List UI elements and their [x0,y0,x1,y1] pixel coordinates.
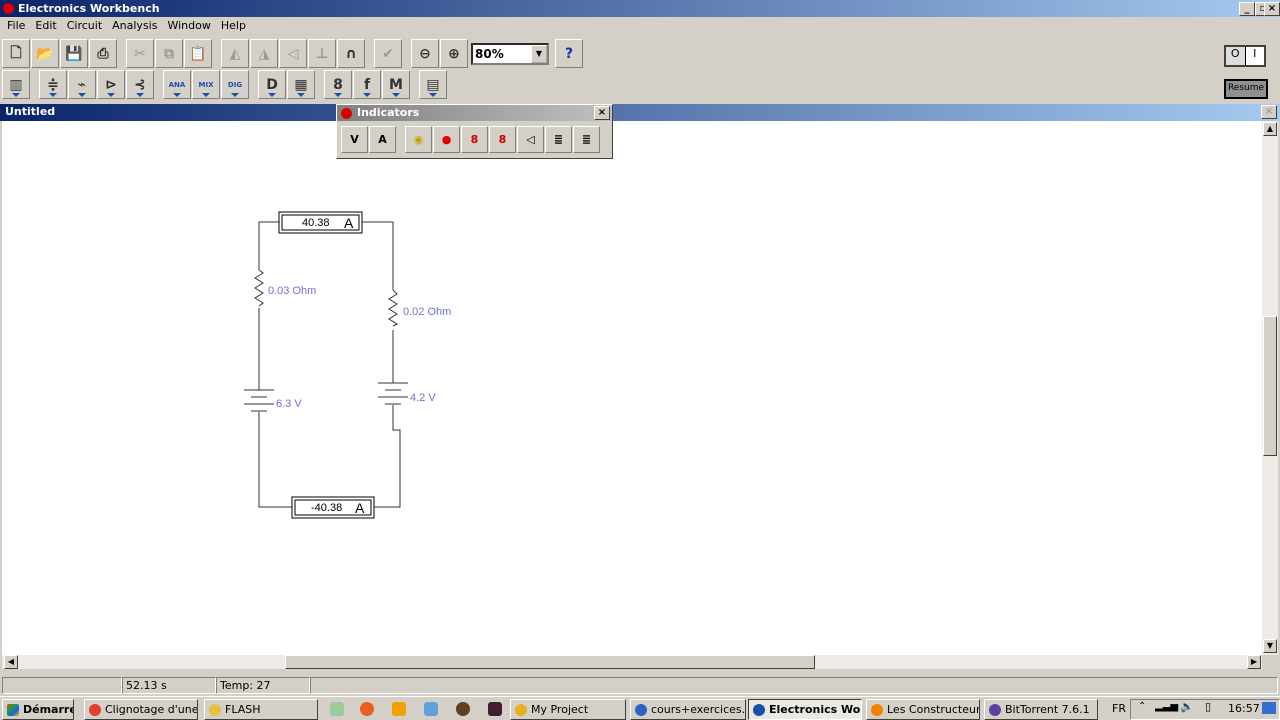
ammeter-icon: A [378,133,387,146]
resistor-right [388,289,399,327]
seven-segment-display-icon: 8 [470,133,479,146]
buzzer-button[interactable]: ◁ [517,126,544,153]
buzzer-icon: ◁ [526,133,535,146]
show-desktop-icon[interactable] [330,702,344,716]
tray-expand-icon[interactable]: ⌃ [1138,701,1146,712]
bargraph-button[interactable]: ≣ [545,126,572,153]
task-label: cours+exercices.... [651,703,746,716]
clock[interactable]: 16:57 [1228,702,1260,715]
red-probe-icon: ● [441,133,452,146]
task-app-icon [635,704,647,716]
task-label: Les Constructeur... [887,703,980,716]
battery-left [244,389,274,412]
desktop-icon[interactable] [1262,702,1276,714]
horizontal-scroll-thumb[interactable] [285,655,815,669]
scroll-down-button[interactable]: ▼ [1263,639,1277,653]
battery-icon[interactable]: ▯ [1205,700,1211,713]
decoded-bargraph-icon: ≣ [581,133,592,146]
indicators-title: Indicators [357,106,420,119]
bulb-icon: ◉ [413,133,424,146]
task-app-icon [209,704,221,716]
indicators-title-bar[interactable]: Indicators × [337,105,612,121]
taskbar-button[interactable]: BitTorrent 7.6.1 [984,699,1098,720]
media-player-icon[interactable] [392,702,406,716]
ammeter-button[interactable]: A [369,126,396,153]
vertical-scrollbar[interactable]: ▲ ▼ [1262,121,1278,655]
red-probe-button[interactable]: ● [433,126,460,153]
windows-logo-icon [7,704,19,716]
decoded-bargraph-button[interactable]: ≣ [573,126,600,153]
temperature: Temp: 27 [216,677,310,694]
task-app-icon [871,704,883,716]
battery-left-label: 6.3 V [276,398,302,410]
taskbar-button[interactable]: Clignotage d'une ... [84,699,198,720]
ammeter-top-value: 40.38 [302,217,330,229]
indicators-icon [341,108,352,119]
circuit-schematic: 40.38 A -40.38 A 0.03 Ohm 0.02 Ohm 6.3 V… [244,211,451,519]
task-app-icon [989,704,1001,716]
bulb-button[interactable]: ◉ [405,126,432,153]
bargraph-icon: ≣ [553,133,564,146]
resistor-left-label: 0.03 Ohm [268,285,316,297]
taskbar-button[interactable]: Les Constructeur... [866,699,980,720]
wow-icon[interactable] [456,702,470,716]
voltmeter-icon: V [350,133,359,146]
seven-segment-display-button[interactable]: 8 [461,126,488,153]
ammeter-bottom-value: -40.38 [311,502,342,514]
battery-right-label: 4.2 V [410,392,436,404]
start-button[interactable]: Démarrer [2,699,74,720]
ammeter-top-unit: A [344,215,354,231]
indicators-close-button[interactable]: × [594,106,610,120]
decoded-seven-segment-icon: 8 [498,133,507,146]
scroll-left-button[interactable]: ◀ [4,655,18,669]
task-app-icon [753,704,765,716]
status-pane-empty [2,677,122,694]
taskbar-button[interactable]: cours+exercices.... [630,699,746,720]
simulation-time: 52.13 s [122,677,216,694]
wire [362,221,401,508]
messenger-icon[interactable] [424,702,438,716]
firefox-icon[interactable] [360,702,374,716]
app-shortcut-icon[interactable] [488,702,502,716]
horizontal-scrollbar[interactable]: ◀ ▶ [2,655,1262,669]
scroll-up-button[interactable]: ▲ [1263,122,1277,136]
ammeter-bottom-unit: A [355,500,365,516]
network-signal-icon[interactable]: ▂▃▅ [1155,701,1178,712]
ammeter-bottom[interactable]: -40.38 A [291,496,375,519]
taskbar: Démarrer Clignotage d'une ... FLASH My Pro… [0,696,1280,720]
taskbar-button[interactable]: My Project [510,699,626,720]
task-label: FLASH [225,703,261,716]
status-pane-message [310,677,1278,694]
battery-right [378,382,408,405]
task-label: Clignotage d'une ... [105,703,198,716]
indicators-palette: Indicators × V A ◉ ● 8 8 ◁ ≣ ≣ [336,104,613,159]
resistor-right-label: 0.02 Ohm [403,306,451,318]
vertical-scroll-thumb[interactable] [1263,316,1277,456]
voltmeter-button[interactable]: V [341,126,368,153]
volume-icon[interactable]: 🔈 [1180,700,1194,713]
task-label: BitTorrent 7.6.1 [1005,703,1090,716]
ammeter-top[interactable]: 40.38 A [278,211,363,234]
task-app-icon [89,704,101,716]
taskbar-button[interactable]: FLASH [204,699,318,720]
status-bar: 52.13 s Temp: 27 [0,677,1280,694]
start-label: Démarrer [23,703,73,716]
resistor-left [254,269,264,307]
scroll-right-button[interactable]: ▶ [1247,655,1261,669]
task-label: My Project [531,703,589,716]
language-indicator[interactable]: FR [1112,702,1126,715]
taskbar-button[interactable]: Electronics Wor... [748,699,862,720]
task-label: Electronics Wor... [769,703,862,716]
decoded-seven-segment-button[interactable]: 8 [489,126,516,153]
wire [258,221,292,508]
task-app-icon [515,704,527,716]
